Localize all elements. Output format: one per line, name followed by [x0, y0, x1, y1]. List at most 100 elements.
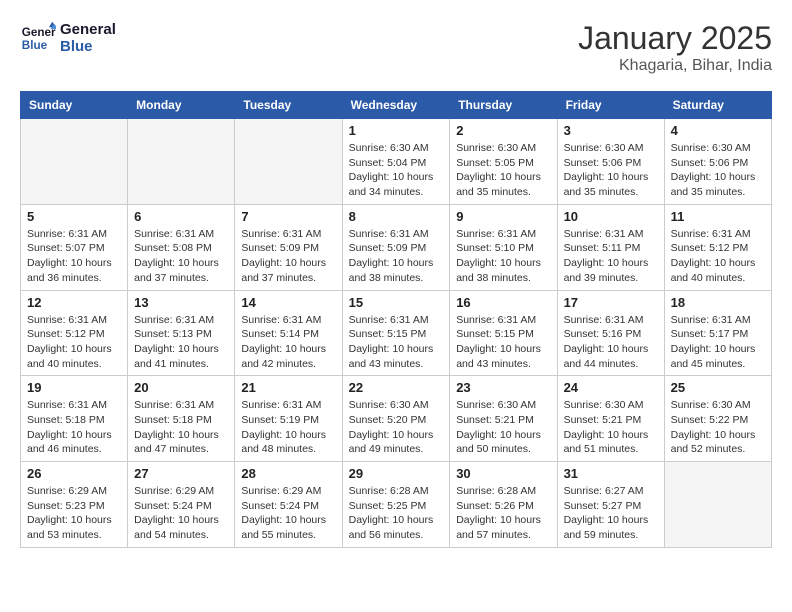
calendar-cell: 21 Sunrise: 6:31 AM Sunset: 5:19 PM Dayli…: [235, 376, 342, 462]
weekday-header-sunday: Sunday: [21, 92, 128, 119]
day-info: Sunrise: 6:30 AM Sunset: 5:04 PM Dayligh…: [349, 141, 444, 200]
day-info: Sunrise: 6:31 AM Sunset: 5:12 PM Dayligh…: [671, 227, 765, 286]
day-number: 4: [671, 123, 765, 138]
calendar-cell: 2 Sunrise: 6:30 AM Sunset: 5:05 PM Daylig…: [450, 119, 557, 205]
day-number: 2: [456, 123, 550, 138]
svg-text:Blue: Blue: [22, 39, 48, 52]
day-info: Sunrise: 6:27 AM Sunset: 5:27 PM Dayligh…: [564, 484, 658, 543]
day-info: Sunrise: 6:31 AM Sunset: 5:18 PM Dayligh…: [27, 398, 121, 457]
day-number: 23: [456, 380, 550, 395]
day-number: 16: [456, 295, 550, 310]
day-number: 17: [564, 295, 658, 310]
calendar-cell: 22 Sunrise: 6:30 AM Sunset: 5:20 PM Dayli…: [342, 376, 450, 462]
day-number: 10: [564, 209, 658, 224]
day-info: Sunrise: 6:31 AM Sunset: 5:07 PM Dayligh…: [27, 227, 121, 286]
day-info: Sunrise: 6:30 AM Sunset: 5:21 PM Dayligh…: [564, 398, 658, 457]
calendar-cell: 18Sunrise: 6:31 AM Sunset: 5:17 PM Dayli…: [664, 290, 771, 376]
day-number: 7: [241, 209, 335, 224]
weekday-header-friday: Friday: [557, 92, 664, 119]
day-info: Sunrise: 6:31 AM Sunset: 5:18 PM Dayligh…: [134, 398, 228, 457]
day-info: Sunrise: 6:30 AM Sunset: 5:06 PM Dayligh…: [564, 141, 658, 200]
calendar-cell: 12 Sunrise: 6:31 AM Sunset: 5:12 PM Dayli…: [21, 290, 128, 376]
calendar-table: SundayMondayTuesdayWednesdayThursdayFrid…: [20, 91, 772, 548]
day-info: Sunrise: 6:31 AM Sunset: 5:16 PM Dayligh…: [564, 313, 658, 372]
calendar-cell: 29Sunrise: 6:28 AM Sunset: 5:25 PM Dayli…: [342, 462, 450, 548]
calendar-cell: 9 Sunrise: 6:31 AM Sunset: 5:10 PM Daylig…: [450, 204, 557, 290]
day-number: 14: [241, 295, 335, 310]
weekday-header-thursday: Thursday: [450, 92, 557, 119]
day-number: 22: [349, 380, 444, 395]
calendar-cell: 16 Sunrise: 6:31 AM Sunset: 5:15 PM Dayli…: [450, 290, 557, 376]
calendar-cell: 24 Sunrise: 6:30 AM Sunset: 5:21 PM Dayli…: [557, 376, 664, 462]
svg-text:General: General: [22, 26, 56, 39]
weekday-header-wednesday: Wednesday: [342, 92, 450, 119]
day-number: 13: [134, 295, 228, 310]
calendar-cell: [128, 119, 235, 205]
calendar-cell: 6 Sunrise: 6:31 AM Sunset: 5:08 PM Daylig…: [128, 204, 235, 290]
week-row-4: 19 Sunrise: 6:31 AM Sunset: 5:18 PM Dayli…: [21, 376, 772, 462]
calendar-cell: [664, 462, 771, 548]
day-number: 29: [349, 466, 444, 481]
week-row-5: 26Sunrise: 6:29 AM Sunset: 5:23 PM Dayli…: [21, 462, 772, 548]
calendar-title: January 2025: [578, 20, 772, 57]
calendar-cell: 1Sunrise: 6:30 AM Sunset: 5:04 PM Daylig…: [342, 119, 450, 205]
day-number: 24: [564, 380, 658, 395]
logo-line1: General: [60, 21, 116, 38]
day-number: 6: [134, 209, 228, 224]
week-row-2: 5 Sunrise: 6:31 AM Sunset: 5:07 PM Daylig…: [21, 204, 772, 290]
calendar-cell: 19 Sunrise: 6:31 AM Sunset: 5:18 PM Dayli…: [21, 376, 128, 462]
calendar-cell: 4 Sunrise: 6:30 AM Sunset: 5:06 PM Daylig…: [664, 119, 771, 205]
calendar-cell: 11 Sunrise: 6:31 AM Sunset: 5:12 PM Dayli…: [664, 204, 771, 290]
calendar-cell: 10 Sunrise: 6:31 AM Sunset: 5:11 PM Dayli…: [557, 204, 664, 290]
day-info: Sunrise: 6:31 AM Sunset: 5:08 PM Dayligh…: [134, 227, 228, 286]
day-info: Sunrise: 6:30 AM Sunset: 5:05 PM Dayligh…: [456, 141, 550, 200]
calendar-cell: 31Sunrise: 6:27 AM Sunset: 5:27 PM Dayli…: [557, 462, 664, 548]
calendar-cell: 14Sunrise: 6:31 AM Sunset: 5:14 PM Dayli…: [235, 290, 342, 376]
day-number: 30: [456, 466, 550, 481]
day-number: 28: [241, 466, 335, 481]
calendar-cell: 30 Sunrise: 6:28 AM Sunset: 5:26 PM Dayli…: [450, 462, 557, 548]
day-number: 12: [27, 295, 121, 310]
day-info: Sunrise: 6:31 AM Sunset: 5:15 PM Dayligh…: [349, 313, 444, 372]
day-info: Sunrise: 6:31 AM Sunset: 5:12 PM Dayligh…: [27, 313, 121, 372]
page-header: General Blue General Blue January 2025 K…: [20, 20, 772, 75]
day-number: 19: [27, 380, 121, 395]
day-info: Sunrise: 6:29 AM Sunset: 5:24 PM Dayligh…: [241, 484, 335, 543]
calendar-subtitle: Khagaria, Bihar, India: [578, 57, 772, 75]
day-info: Sunrise: 6:31 AM Sunset: 5:19 PM Dayligh…: [241, 398, 335, 457]
day-number: 18: [671, 295, 765, 310]
day-number: 15: [349, 295, 444, 310]
day-number: 5: [27, 209, 121, 224]
day-info: Sunrise: 6:29 AM Sunset: 5:24 PM Dayligh…: [134, 484, 228, 543]
day-info: Sunrise: 6:30 AM Sunset: 5:06 PM Dayligh…: [671, 141, 765, 200]
day-info: Sunrise: 6:30 AM Sunset: 5:20 PM Dayligh…: [349, 398, 444, 457]
day-info: Sunrise: 6:31 AM Sunset: 5:11 PM Dayligh…: [564, 227, 658, 286]
logo-icon: General Blue: [20, 20, 56, 56]
day-info: Sunrise: 6:30 AM Sunset: 5:22 PM Dayligh…: [671, 398, 765, 457]
day-info: Sunrise: 6:28 AM Sunset: 5:26 PM Dayligh…: [456, 484, 550, 543]
day-number: 21: [241, 380, 335, 395]
day-info: Sunrise: 6:31 AM Sunset: 5:15 PM Dayligh…: [456, 313, 550, 372]
calendar-cell: 13Sunrise: 6:31 AM Sunset: 5:13 PM Dayli…: [128, 290, 235, 376]
calendar-cell: [235, 119, 342, 205]
day-number: 9: [456, 209, 550, 224]
calendar-cell: 28 Sunrise: 6:29 AM Sunset: 5:24 PM Dayli…: [235, 462, 342, 548]
calendar-cell: 20 Sunrise: 6:31 AM Sunset: 5:18 PM Dayli…: [128, 376, 235, 462]
day-info: Sunrise: 6:31 AM Sunset: 5:10 PM Dayligh…: [456, 227, 550, 286]
calendar-cell: 3Sunrise: 6:30 AM Sunset: 5:06 PM Daylig…: [557, 119, 664, 205]
week-row-1: 1Sunrise: 6:30 AM Sunset: 5:04 PM Daylig…: [21, 119, 772, 205]
calendar-cell: 23Sunrise: 6:30 AM Sunset: 5:21 PM Dayli…: [450, 376, 557, 462]
weekday-header-tuesday: Tuesday: [235, 92, 342, 119]
calendar-cell: 7 Sunrise: 6:31 AM Sunset: 5:09 PM Daylig…: [235, 204, 342, 290]
week-row-3: 12 Sunrise: 6:31 AM Sunset: 5:12 PM Dayli…: [21, 290, 772, 376]
title-block: January 2025 Khagaria, Bihar, India: [578, 20, 772, 75]
logo-line2: Blue: [60, 38, 116, 55]
day-number: 20: [134, 380, 228, 395]
calendar-cell: 25 Sunrise: 6:30 AM Sunset: 5:22 PM Dayli…: [664, 376, 771, 462]
weekday-header-saturday: Saturday: [664, 92, 771, 119]
calendar-cell: 8Sunrise: 6:31 AM Sunset: 5:09 PM Daylig…: [342, 204, 450, 290]
day-info: Sunrise: 6:31 AM Sunset: 5:09 PM Dayligh…: [241, 227, 335, 286]
day-number: 11: [671, 209, 765, 224]
day-number: 25: [671, 380, 765, 395]
day-number: 8: [349, 209, 444, 224]
